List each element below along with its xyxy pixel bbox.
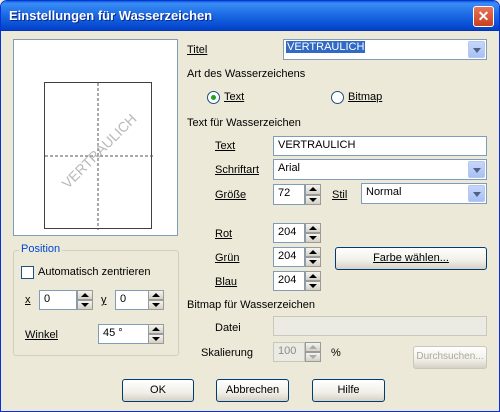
green-spin-up-icon[interactable] [305,247,321,257]
text-section-heading: Text für Wasserzeichen [187,117,301,129]
chevron-down-icon[interactable] [468,161,485,178]
angle-spin-up-icon[interactable] [148,324,164,334]
text-label: Text [215,140,236,152]
y-spinner[interactable] [148,290,164,310]
watermark-settings-dialog: Einstellungen für Wasserzeichen ✕ VERTRA… [0,0,500,412]
blue-input[interactable]: 204 [273,271,305,291]
scale-spin-down-icon[interactable] [305,352,321,362]
title-combobox-value: VERTRAULICH [286,41,366,53]
title-bar[interactable]: Einstellungen für Wasserzeichen ✕ [1,1,499,31]
title-combobox[interactable]: VERTRAULICH [283,39,487,60]
green-spinner[interactable] [305,247,321,267]
y-spin-down-icon[interactable] [148,300,164,310]
size-spinner[interactable] [305,184,321,205]
radio-bitmap[interactable] [331,91,344,104]
blue-spin-down-icon[interactable] [305,281,321,291]
radio-text[interactable] [207,91,220,104]
file-input[interactable] [273,316,487,336]
size-spin-down-icon[interactable] [305,194,321,205]
scale-unit: % [331,347,341,359]
blue-label: Blau [215,276,238,288]
green-spin-down-icon[interactable] [305,257,321,267]
file-label: Datei [215,322,241,334]
choose-color-button[interactable]: Farbe wählen... [335,247,487,270]
green-input[interactable]: 204 [273,247,305,267]
style-label: Stil [332,189,348,201]
style-combobox[interactable]: Normal [361,183,487,204]
size-input[interactable]: 72 [273,184,305,205]
auto-center-label[interactable]: Automatisch zentrieren [38,266,151,278]
angle-spinner[interactable] [148,324,164,344]
radio-bitmap-label[interactable]: Bitmap [348,91,382,103]
red-input[interactable]: 204 [273,223,305,243]
size-spin-up-icon[interactable] [305,184,321,195]
preview-page: VERTRAULICH [44,82,153,230]
close-icon: ✕ [477,8,490,24]
scale-input[interactable]: 100 [273,342,305,362]
style-combobox-value: Normal [366,186,402,198]
position-group-title: Position [19,243,63,255]
help-button[interactable]: Hilfe [312,379,385,402]
chevron-down-icon[interactable] [468,41,485,58]
x-label: x [25,294,31,306]
auto-center-checkbox[interactable] [21,266,34,279]
green-label: Grün [215,252,240,264]
window-title: Einstellungen für Wasserzeichen [9,8,213,23]
red-spin-up-icon[interactable] [305,223,321,233]
y-spin-up-icon[interactable] [148,290,164,300]
blue-spin-up-icon[interactable] [305,271,321,281]
red-label: Rot [215,228,233,240]
watermark-type-heading: Art des Wasserzeichens [187,68,306,80]
angle-input[interactable]: 45 ° [98,324,149,344]
size-label: Größe [215,189,247,201]
watermark-text-input[interactable]: VERTRAULICH [273,136,487,156]
scale-spinner[interactable] [305,342,321,362]
y-label: y [101,294,107,306]
chevron-down-icon[interactable] [468,185,485,202]
angle-label: Winkel [25,329,59,341]
font-combobox[interactable]: Arial [273,159,487,180]
angle-spin-down-icon[interactable] [148,334,164,344]
red-spinner[interactable] [305,223,321,243]
cancel-button[interactable]: Abbrechen [216,379,289,402]
close-button[interactable]: ✕ [473,6,494,27]
blue-spinner[interactable] [305,271,321,291]
x-spin-up-icon[interactable] [77,290,93,300]
scale-spin-up-icon[interactable] [305,342,321,352]
ok-button[interactable]: OK [122,379,194,402]
x-input[interactable]: 0 [39,290,77,310]
x-spin-down-icon[interactable] [77,300,93,310]
watermark-preview: VERTRAULICH [13,39,178,236]
y-input[interactable]: 0 [115,290,149,310]
font-label: Schriftart [215,164,260,176]
font-combobox-value: Arial [278,162,301,174]
browse-button[interactable]: Durchsuchen... [413,346,487,369]
radio-text-label[interactable]: Text [224,91,244,103]
scale-label: Skalierung [201,347,253,359]
bitmap-section-heading: Bitmap für Wasserzeichen [187,299,315,311]
title-label: Titel [187,44,208,56]
red-spin-down-icon[interactable] [305,233,321,243]
x-spinner[interactable] [77,290,93,310]
